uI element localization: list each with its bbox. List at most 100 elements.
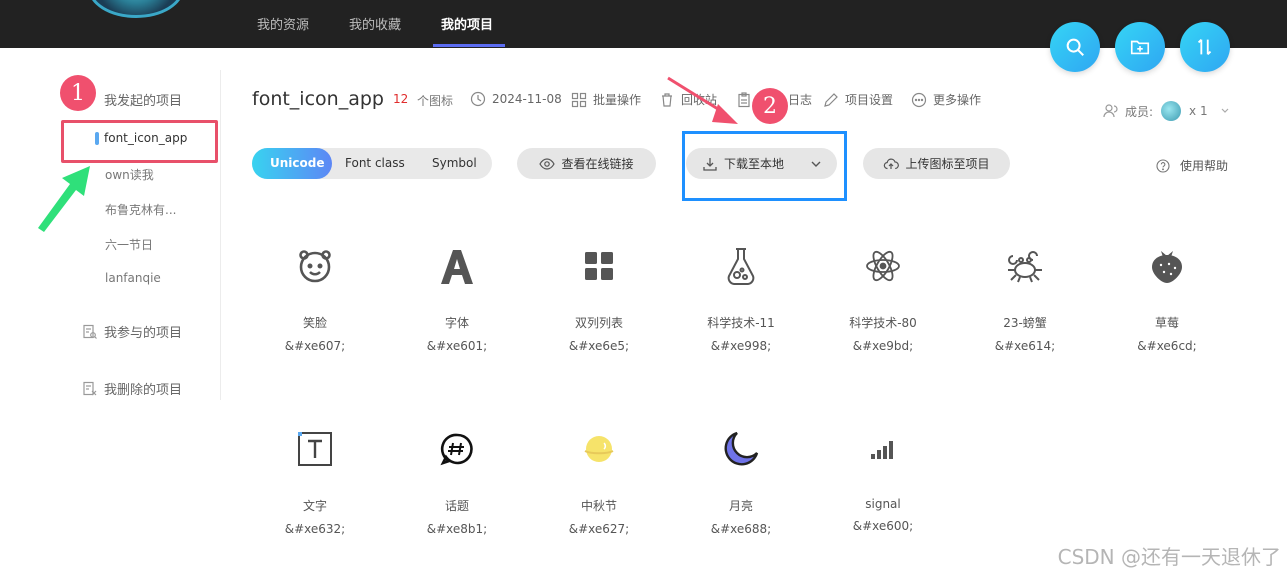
icon-card[interactable]: 23-螃蟹 &#xe614; xyxy=(965,242,1085,353)
tab-symbol[interactable]: Symbol xyxy=(432,156,477,170)
icon-card[interactable]: 月亮 &#xe688; xyxy=(681,425,801,536)
folder-add-icon xyxy=(1130,40,1150,55)
help-icon xyxy=(1156,158,1170,173)
icon-name: signal xyxy=(865,497,901,511)
view-link-label: 查看在线链接 xyxy=(561,157,634,171)
project-settings-button[interactable]: 项目设置 xyxy=(823,91,893,108)
sort-icon xyxy=(1197,39,1212,55)
icon-card[interactable]: 双列列表 &#xe6e5; xyxy=(539,242,659,353)
icon-code: &#xe600; xyxy=(852,519,914,533)
more-operations-button[interactable]: 更多操作 xyxy=(911,91,981,108)
icon-card[interactable]: 文字 &#xe632; xyxy=(255,425,375,536)
nav-tab-my-favorites[interactable]: 我的收藏 xyxy=(349,14,401,33)
icon-name: 字体 xyxy=(444,316,469,330)
log-label: 日志 xyxy=(788,93,813,107)
icon-card[interactable]: 科学技术-80 &#xe9bd; xyxy=(823,242,943,353)
icon-name: 中秋节 xyxy=(580,499,617,513)
icon-code: &#xe627; xyxy=(568,522,630,536)
help-link[interactable]: 使用帮助 xyxy=(1156,157,1228,174)
icon-name: 科学技术-80 xyxy=(849,316,917,330)
annotation-badge-1: 1 xyxy=(60,75,96,111)
batch-label: 批量操作 xyxy=(593,93,642,107)
icon-name: 笑脸 xyxy=(302,316,327,330)
sidebar-group-label: 我发起的项目 xyxy=(104,94,183,109)
sidebar-item-own[interactable]: own读我 xyxy=(105,166,154,183)
sidebar-group-label: 我删除的项目 xyxy=(104,383,183,398)
more-dots-icon xyxy=(911,92,927,107)
icon-count-label: 个图标 xyxy=(417,94,454,108)
batch-grid-icon xyxy=(571,92,587,107)
active-item-indicator xyxy=(95,132,99,145)
icon-name: 双列列表 xyxy=(574,316,623,330)
hashtag-icon xyxy=(440,433,473,466)
icon-code: &#xe688; xyxy=(710,522,772,536)
search-icon xyxy=(1066,38,1084,56)
sidebar-group-label: 我参与的项目 xyxy=(104,326,183,341)
signal-icon xyxy=(871,441,893,459)
sidebar-divider xyxy=(220,70,221,400)
icon-code: &#xe632; xyxy=(284,522,346,536)
more-label: 更多操作 xyxy=(933,93,982,107)
icon-name: 文字 xyxy=(302,499,327,513)
pencil-icon xyxy=(824,92,838,107)
moon-icon xyxy=(724,431,759,466)
settings-label: 项目设置 xyxy=(845,93,894,107)
cloud-upload-icon xyxy=(884,158,900,169)
upload-icons-button[interactable]: 上传图标至项目 xyxy=(863,148,1010,179)
icon-code: &#xe9bd; xyxy=(852,339,914,353)
sort-button[interactable] xyxy=(1180,22,1230,72)
sidebar-group-joined[interactable]: 我参与的项目 xyxy=(82,322,182,341)
icon-code: &#xe614; xyxy=(994,339,1056,353)
view-online-link-button[interactable]: 查看在线链接 xyxy=(517,148,656,179)
icon-name: 科学技术-11 xyxy=(707,316,775,330)
mooncake-icon xyxy=(584,436,614,462)
icon-card[interactable]: signal &#xe600; xyxy=(823,425,943,533)
project-members[interactable]: 成员: x 1 xyxy=(1103,101,1230,121)
sidebar-group-deleted[interactable]: 我删除的项目 xyxy=(82,379,182,398)
text-box-icon xyxy=(298,432,332,466)
search-button[interactable] xyxy=(1050,22,1100,72)
nav-tab-my-resources[interactable]: 我的资源 xyxy=(257,14,309,33)
sidebar-item-brooklyn[interactable]: 布鲁克林有... xyxy=(105,201,176,218)
tab-unicode[interactable]: Unicode xyxy=(270,156,325,170)
icon-name: 草莓 xyxy=(1154,316,1179,330)
annotation-highlight-box-2 xyxy=(682,131,847,201)
icon-code: &#xe6cd; xyxy=(1137,339,1197,353)
new-folder-button[interactable] xyxy=(1115,22,1165,72)
icon-card[interactable]: 话题 &#xe8b1; xyxy=(397,425,517,536)
icon-card[interactable]: 科学技术-11 &#xe998; xyxy=(681,242,801,353)
icon-card[interactable]: 中秋节 &#xe627; xyxy=(539,425,659,536)
icon-card[interactable]: 笑脸 &#xe607; xyxy=(255,242,375,353)
icon-code: &#xe607; xyxy=(284,339,346,353)
date-text: 2024-11-08 xyxy=(492,92,562,106)
sidebar-item-font-icon-app[interactable]: font_icon_app xyxy=(104,131,187,145)
strawberry-icon xyxy=(1152,251,1182,283)
eye-icon xyxy=(539,157,556,170)
icon-code: &#xe8b1; xyxy=(426,522,488,536)
project-date: 2024-11-08 xyxy=(470,91,562,107)
document-search-icon xyxy=(83,324,97,339)
icon-name: 月亮 xyxy=(728,499,753,513)
member-avatar[interactable] xyxy=(1161,101,1182,121)
icon-card[interactable]: 草莓 &#xe6cd; xyxy=(1107,242,1227,353)
help-label: 使用帮助 xyxy=(1180,159,1229,173)
members-label: 成员: xyxy=(1125,104,1154,119)
sidebar-item-children-day[interactable]: 六一节日 xyxy=(105,236,153,253)
icon-count: 12 xyxy=(393,92,409,106)
clock-icon xyxy=(470,91,486,107)
nav-tab-my-projects[interactable]: 我的项目 xyxy=(441,14,493,33)
icon-card[interactable]: 字体 &#xe601; xyxy=(397,242,517,353)
project-title: font_icon_app xyxy=(252,88,384,110)
document-delete-icon xyxy=(83,381,97,395)
font-a-icon xyxy=(441,250,473,284)
annotation-badge-2: 2 xyxy=(752,88,788,124)
icon-code: &#xe998; xyxy=(710,339,772,353)
annotation-arrow-green xyxy=(38,166,90,232)
sidebar-group-created[interactable]: 我发起的项目 xyxy=(82,90,182,109)
sidebar-item-lanfanqie[interactable]: lanfanqie xyxy=(105,271,161,285)
crab-icon xyxy=(1008,251,1042,283)
nav-active-indicator xyxy=(433,44,505,47)
grid-list-icon xyxy=(585,252,613,280)
tab-font-class[interactable]: Font class xyxy=(345,156,405,170)
batch-operation-button[interactable]: 批量操作 xyxy=(571,91,641,108)
